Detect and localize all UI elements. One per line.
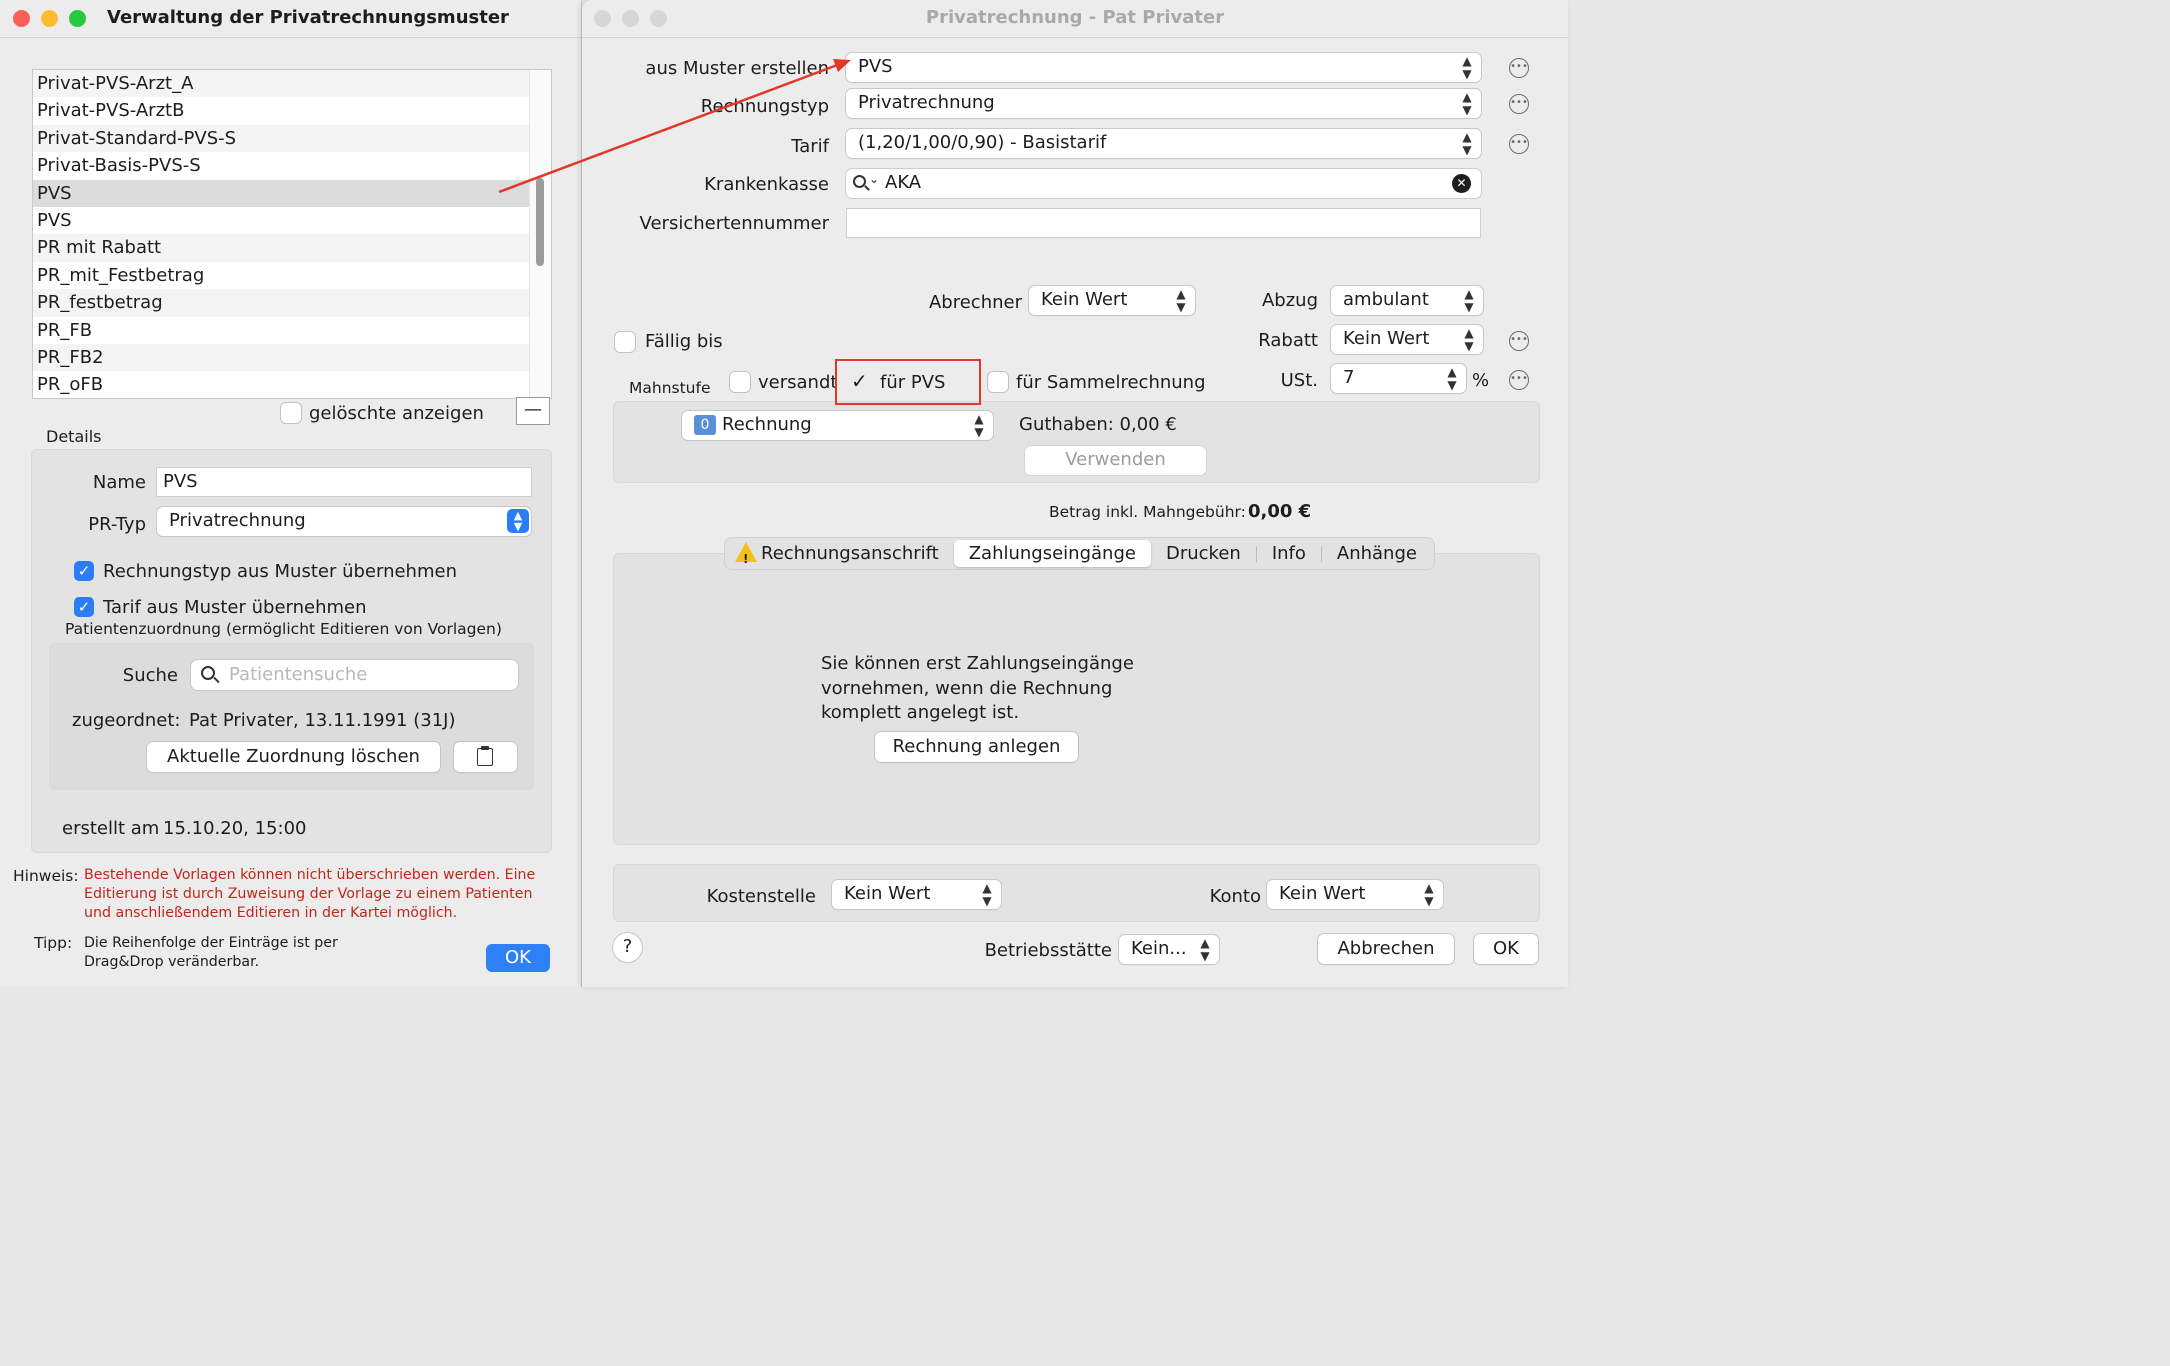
arrow-head-icon bbox=[833, 59, 851, 72]
arrow-line bbox=[498, 62, 841, 194]
annotation-arrow bbox=[498, 59, 851, 194]
